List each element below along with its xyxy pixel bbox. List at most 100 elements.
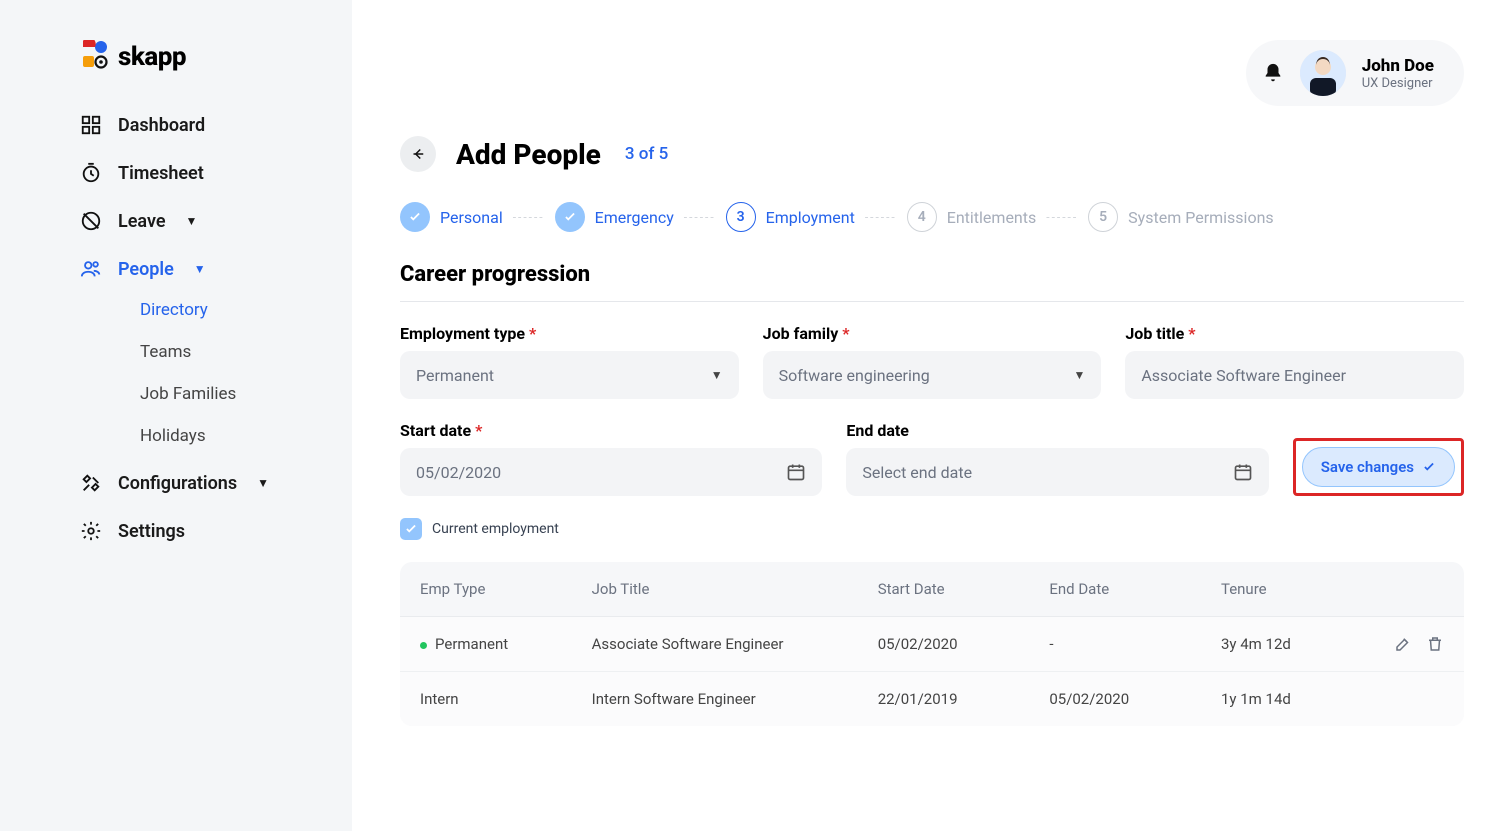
sidebar-sub-teams[interactable]: Teams [140, 342, 352, 362]
user-role: UX Designer [1362, 76, 1434, 91]
step-label: Personal [440, 208, 503, 227]
employment-type-select[interactable]: Permanent ▼ [400, 351, 739, 399]
step-number: 3 [726, 202, 756, 232]
sidebar-item-settings[interactable]: Settings [80, 520, 352, 542]
table-row: Permanent Associate Software Engineer 05… [400, 617, 1464, 672]
button-label: Save changes [1321, 458, 1414, 476]
sidebar-item-leave[interactable]: Leave ▼ [80, 210, 352, 232]
step-separator: ------ [684, 210, 716, 224]
field-label: Start date * [400, 421, 822, 440]
current-employment-checkbox[interactable] [400, 518, 422, 540]
sidebar-item-label: Settings [118, 521, 185, 542]
sidebar-item-people[interactable]: People ▼ [80, 258, 352, 280]
step-entitlements[interactable]: 4 Entitlements [907, 202, 1037, 232]
nav: Dashboard Timesheet Leave ▼ People ▼ Dir… [0, 114, 352, 542]
career-table: Emp Type Job Title Start Date End Date T… [400, 562, 1464, 726]
cell-tenure: 3y 4m 12d [1221, 635, 1364, 653]
user-pod[interactable]: John Doe UX Designer [1246, 40, 1464, 106]
main-content: John Doe UX Designer Add People 3 of 5 P… [352, 0, 1512, 831]
page-title: Add People [456, 138, 601, 171]
date-value: 05/02/2020 [416, 463, 501, 482]
page-step-indicator: 3 of 5 [625, 144, 668, 164]
cell-end-date: 05/02/2020 [1049, 690, 1221, 708]
checkbox-label: Current employment [432, 521, 559, 537]
sidebar-sub-holidays[interactable]: Holidays [140, 426, 352, 446]
cell-text: Permanent [435, 635, 508, 653]
sidebar-item-dashboard[interactable]: Dashboard [80, 114, 352, 136]
dashboard-icon [80, 114, 102, 136]
field-employment-type: Employment type * Permanent ▼ [400, 324, 739, 399]
col-header: Emp Type [420, 580, 592, 598]
chevron-down-icon: ▼ [711, 368, 723, 382]
end-date-input[interactable]: Select end date [846, 448, 1268, 496]
cell-tenure: 1y 1m 14d [1221, 690, 1364, 708]
leave-icon [80, 210, 102, 232]
step-personal[interactable]: Personal [400, 202, 503, 232]
highlight-box: Save changes [1293, 438, 1464, 496]
sidebar-sub-job-families[interactable]: Job Families [140, 384, 352, 404]
cell-emp-type: Permanent [420, 635, 592, 653]
sidebar-sub-directory[interactable]: Directory [140, 300, 352, 320]
save-changes-button[interactable]: Save changes [1302, 447, 1455, 487]
edit-icon[interactable] [1394, 635, 1412, 653]
check-icon [404, 522, 418, 536]
sidebar-item-label: Timesheet [118, 163, 204, 184]
label-text: Employment type [400, 324, 525, 343]
job-family-select[interactable]: Software engineering ▼ [763, 351, 1102, 399]
chevron-down-icon: ▼ [1073, 368, 1085, 382]
col-header: End Date [1049, 580, 1221, 598]
required-mark: * [475, 421, 482, 440]
delete-icon[interactable] [1426, 635, 1444, 653]
label-text: Start date [400, 421, 471, 440]
label-text: Job family [763, 324, 839, 343]
sidebar-item-label: Leave [118, 211, 166, 232]
people-submenu: Directory Teams Job Families Holidays [80, 300, 352, 446]
step-label: Employment [766, 208, 855, 227]
check-icon [555, 202, 585, 232]
sidebar-item-configurations[interactable]: Configurations ▼ [80, 472, 352, 494]
field-job-title: Job title * Associate Software Engineer [1125, 324, 1464, 399]
sidebar-item-label: Dashboard [118, 115, 205, 136]
start-date-input[interactable]: 05/02/2020 [400, 448, 822, 496]
check-icon [400, 202, 430, 232]
required-mark: * [529, 324, 536, 343]
field-label: End date [846, 421, 1268, 440]
required-mark: * [842, 324, 849, 343]
col-header: Start Date [878, 580, 1050, 598]
topbar: John Doe UX Designer [400, 40, 1464, 106]
calendar-icon [786, 462, 806, 482]
logo: skapp [0, 40, 352, 114]
divider [400, 301, 1464, 302]
select-value: Permanent [416, 366, 494, 385]
cell-job-title: Intern Software Engineer [592, 690, 878, 708]
cell-emp-type: Intern [420, 690, 592, 708]
label-text: Job title [1125, 324, 1184, 343]
field-start-date: Start date * 05/02/2020 [400, 421, 822, 496]
step-number: 4 [907, 202, 937, 232]
current-employment-row: Current employment [400, 518, 1464, 540]
col-header: Tenure [1221, 580, 1364, 598]
sidebar-item-label: People [118, 259, 174, 280]
section-title: Career progression [400, 262, 1464, 287]
step-label: System Permissions [1128, 208, 1274, 227]
input-value: Associate Software Engineer [1141, 366, 1346, 385]
row-actions [1364, 635, 1444, 653]
col-header: Job Title [592, 580, 878, 598]
sidebar: skapp Dashboard Timesheet Leave ▼ People… [0, 0, 352, 831]
check-icon [1422, 460, 1436, 474]
back-button[interactable] [400, 136, 436, 172]
step-system-permissions[interactable]: 5 System Permissions [1088, 202, 1274, 232]
sidebar-item-timesheet[interactable]: Timesheet [80, 162, 352, 184]
step-separator: ------ [865, 210, 897, 224]
step-employment[interactable]: 3 Employment [726, 202, 855, 232]
job-title-input[interactable]: Associate Software Engineer [1125, 351, 1464, 399]
people-icon [80, 258, 102, 280]
chevron-down-icon: ▼ [194, 262, 206, 276]
date-placeholder: Select end date [862, 463, 972, 482]
step-emergency[interactable]: Emergency [555, 202, 674, 232]
calendar-icon [1233, 462, 1253, 482]
field-job-family: Job family * Software engineering ▼ [763, 324, 1102, 399]
table-row: Intern Intern Software Engineer 22/01/20… [400, 672, 1464, 726]
step-label: Emergency [595, 208, 674, 227]
notifications-icon[interactable] [1262, 62, 1284, 84]
